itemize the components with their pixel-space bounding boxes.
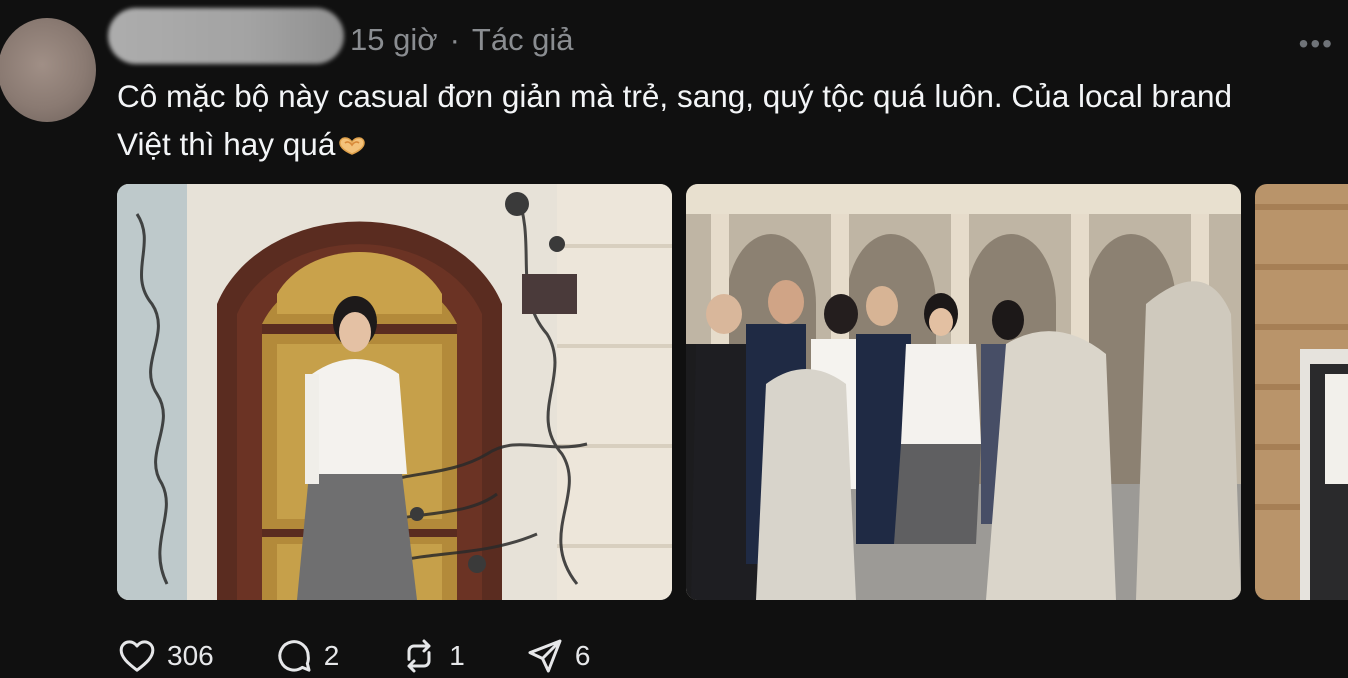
meta-separator: ·: [449, 22, 460, 57]
author-tag: Tác giả: [471, 22, 574, 57]
caption-line-2-text: Việt thì hay quá: [117, 126, 336, 162]
username-blurred[interactable]: [108, 8, 344, 64]
more-options-icon[interactable]: •••: [1299, 28, 1334, 60]
post-time[interactable]: 15 giờ: [350, 22, 438, 58]
photo-3[interactable]: [1255, 184, 1348, 600]
photo-carousel[interactable]: [117, 184, 1348, 600]
photo-2[interactable]: [686, 184, 1241, 600]
avatar[interactable]: [0, 18, 96, 122]
send-icon: [528, 639, 562, 673]
share-button[interactable]: 6: [525, 636, 591, 676]
photo-1[interactable]: [117, 184, 672, 600]
thread-post: 15 giờ · Tác giả ••• Cô mặc bộ này casua…: [0, 0, 1348, 678]
caption-line-2: Việt thì hay quá: [117, 120, 1348, 168]
post-caption: Cô mặc bộ này casual đơn giản mà trẻ, sa…: [117, 72, 1348, 168]
heart-icon: [119, 640, 155, 672]
heart-hands-emoji-icon: [337, 122, 367, 155]
repost-button[interactable]: 1: [399, 636, 465, 676]
reply-button[interactable]: 2: [274, 636, 340, 676]
like-count: 306: [167, 640, 214, 671]
caption-line-1: Cô mặc bộ này casual đơn giản mà trẻ, sa…: [117, 78, 1233, 114]
post-meta: 15 giờ · Tác giả: [350, 22, 574, 58]
like-button[interactable]: 306: [117, 636, 214, 676]
reply-count: 2: [323, 640, 340, 671]
action-bar: 306 2 1 6: [117, 636, 650, 676]
comment-icon: [278, 640, 311, 672]
repost-icon: [407, 639, 431, 673]
share-count: 6: [574, 640, 591, 671]
repost-count: 1: [449, 640, 465, 671]
